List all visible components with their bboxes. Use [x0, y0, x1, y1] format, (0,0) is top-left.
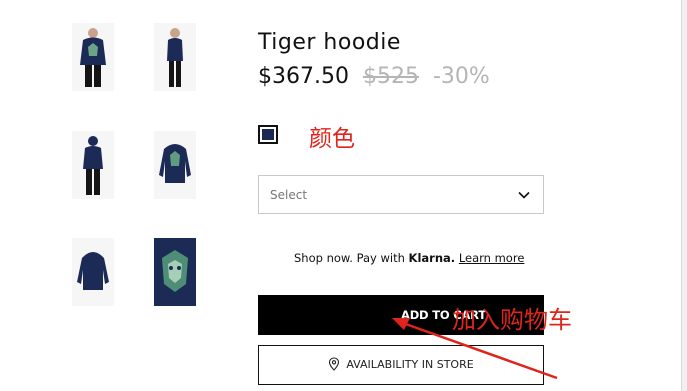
hoodie-flat-front-image — [154, 131, 196, 199]
availability-in-store-button[interactable]: AVAILABILITY IN STORE — [258, 345, 544, 385]
thumbnail-detail-tiger[interactable] — [154, 238, 196, 306]
thumbnail-front-model[interactable] — [72, 23, 114, 91]
hoodie-model-back-image — [72, 131, 114, 199]
klarna-prefix: Shop now. Pay with — [294, 251, 409, 265]
size-select[interactable]: Select — [258, 175, 544, 214]
hoodie-model-front-image — [72, 23, 114, 91]
color-swatch-navy[interactable] — [258, 125, 278, 144]
thumbnail-side-model[interactable] — [154, 23, 196, 91]
hoodie-flat-back-image — [72, 238, 114, 306]
current-price: $367.50 — [258, 64, 349, 89]
original-price: $525 — [362, 64, 419, 89]
klarna-brand: Klarna. — [408, 251, 456, 265]
thumbnail-back-model[interactable] — [72, 131, 114, 199]
location-pin-icon — [329, 356, 340, 371]
thumbnail-back-flat[interactable] — [72, 238, 114, 306]
size-select-placeholder: Select — [270, 188, 308, 202]
product-title: Tiger hoodie — [258, 30, 401, 55]
price-row: $367.50 $525 -30% — [258, 64, 490, 89]
product-page: Tiger hoodie $367.50 $525 -30% 颜色 Select S… — [0, 0, 687, 391]
klarna-learn-more-link[interactable]: Learn more — [459, 251, 525, 265]
thumbnail-front-flat[interactable] — [154, 131, 196, 199]
hoodie-model-side-image — [154, 23, 196, 91]
color-annotation: 颜色 — [309, 126, 355, 152]
klarna-message: Shop now. Pay with Klarna. Learn more — [294, 251, 524, 265]
availability-label: AVAILABILITY IN STORE — [346, 358, 474, 371]
add-to-cart-annotation: 加入购物车 — [452, 306, 572, 334]
scrollbar-track[interactable] — [681, 0, 687, 391]
color-swatch-fill — [262, 129, 274, 140]
discount-percent: -30% — [432, 64, 490, 89]
tiger-embroidery-detail-image — [154, 238, 196, 306]
chevron-down-icon — [518, 191, 530, 199]
